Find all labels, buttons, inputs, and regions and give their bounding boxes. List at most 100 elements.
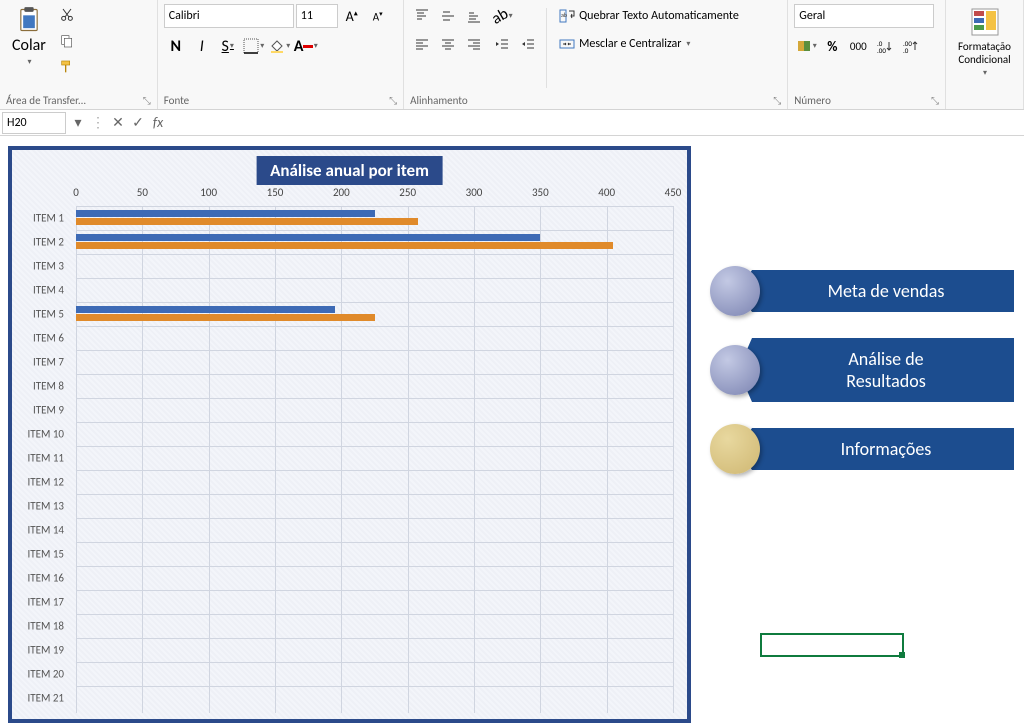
ribbon: Colar ▾ Área de Transfer... ⤡ A▴ A▾ xyxy=(0,0,1024,110)
decrease-decimal-button[interactable]: .00.0 xyxy=(898,34,922,58)
side-nav-button[interactable]: Análise de Resultados xyxy=(710,338,1014,402)
wrap-text-button[interactable]: ab Quebrar Texto Automaticamente xyxy=(553,4,745,28)
insert-function-button[interactable]: fx xyxy=(148,112,168,134)
y-label: ITEM 20 xyxy=(12,668,70,681)
x-tick: 450 xyxy=(665,186,682,199)
borders-button[interactable]: ▾ xyxy=(242,34,266,58)
y-label: ITEM 9 xyxy=(12,404,70,417)
side-nav-button[interactable]: Informações xyxy=(710,424,1014,474)
underline-button[interactable]: S▾ xyxy=(216,34,240,58)
format-painter-button[interactable] xyxy=(56,56,78,78)
italic-button[interactable]: I xyxy=(190,34,214,58)
align-right-button[interactable] xyxy=(462,32,486,56)
font-size-select[interactable] xyxy=(296,4,338,28)
side-nav-label: Análise de Resultados xyxy=(738,338,1014,402)
group-alignment: ab▾ ab Quebrar Texto Automaticamente Mes… xyxy=(404,0,788,109)
y-label: ITEM 1 xyxy=(12,212,70,225)
chevron-down-icon: ▾ xyxy=(27,57,31,67)
group-label: Área de Transfer... xyxy=(6,94,86,107)
bar xyxy=(76,242,613,249)
side-nav-label: Meta de vendas xyxy=(738,270,1014,312)
group-font: A▴ A▾ N I S▾ ▾ ▾ A▾ Fonte ⤡ xyxy=(158,0,404,109)
formula-bar: ▾ ⋮ ✕ ✓ fx xyxy=(0,110,1024,136)
svg-text:.00: .00 xyxy=(877,46,886,54)
namebox-dropdown[interactable]: ▾ xyxy=(68,112,88,134)
y-label: ITEM 10 xyxy=(12,428,70,441)
decrease-font-button[interactable]: A▾ xyxy=(366,4,390,28)
merge-center-button[interactable]: Mesclar e Centralizar ▾ xyxy=(553,32,745,56)
font-color-button[interactable]: A▾ xyxy=(294,34,318,58)
circle-icon xyxy=(710,424,760,474)
dialog-launcher-icon[interactable]: ⤡ xyxy=(389,94,397,107)
chart-title: Análise anual por item xyxy=(256,156,443,185)
wrap-text-label: Quebrar Texto Automaticamente xyxy=(579,9,739,23)
dialog-launcher-icon[interactable]: ⤡ xyxy=(773,94,781,107)
accounting-format-button[interactable]: ▾ xyxy=(794,34,818,58)
svg-text:ab: ab xyxy=(561,11,567,19)
y-label: ITEM 12 xyxy=(12,476,70,489)
y-label: ITEM 7 xyxy=(12,356,70,369)
group-number: ▾ % 000 .0.00 .00.0 Número⤡ xyxy=(788,0,946,109)
chevron-down-icon: ▾ xyxy=(983,68,987,78)
dialog-launcher-icon[interactable]: ⤡ xyxy=(143,94,151,107)
group-styles: Formatação Condicional ▾ xyxy=(946,0,1024,109)
fill-handle[interactable] xyxy=(899,652,905,658)
y-label: ITEM 11 xyxy=(12,452,70,465)
y-label: ITEM 14 xyxy=(12,524,70,537)
formula-input[interactable] xyxy=(168,112,1024,134)
conditional-formatting-button[interactable]: Formatação Condicional ▾ xyxy=(952,4,1017,105)
chart-panel: Análise anual por item 05010015020025030… xyxy=(0,136,700,723)
circle-icon xyxy=(710,266,760,316)
chart[interactable]: Análise anual por item 05010015020025030… xyxy=(8,146,691,723)
thousands-button[interactable]: 000 xyxy=(846,34,870,58)
svg-text:.0: .0 xyxy=(903,46,909,54)
x-axis: 050100150200250300350400450 xyxy=(76,186,673,204)
paste-label: Colar xyxy=(12,36,46,55)
align-center-button[interactable] xyxy=(436,32,460,56)
y-label: ITEM 13 xyxy=(12,500,70,513)
y-label: ITEM 17 xyxy=(12,596,70,609)
y-label: ITEM 6 xyxy=(12,332,70,345)
percent-button[interactable]: % xyxy=(820,34,844,58)
bar xyxy=(76,218,418,225)
align-middle-button[interactable] xyxy=(436,4,460,28)
chevron-down-icon: ▾ xyxy=(686,39,690,49)
dialog-launcher-icon[interactable]: ⤡ xyxy=(931,94,939,107)
increase-indent-button[interactable] xyxy=(516,32,540,56)
x-tick: 400 xyxy=(598,186,615,199)
cancel-formula-button[interactable]: ✕ xyxy=(108,112,128,134)
sheet-area: Análise anual por item 05010015020025030… xyxy=(0,136,1024,723)
font-name-select[interactable] xyxy=(164,4,294,28)
group-label: Fonte xyxy=(164,94,189,107)
y-axis-labels: ITEM 1ITEM 2ITEM 3ITEM 4ITEM 5ITEM 6ITEM… xyxy=(12,206,70,713)
x-tick: 100 xyxy=(200,186,217,199)
bar xyxy=(76,234,540,241)
fill-color-button[interactable]: ▾ xyxy=(268,34,292,58)
align-bottom-button[interactable] xyxy=(462,4,486,28)
circle-icon xyxy=(710,345,760,395)
merge-center-label: Mesclar e Centralizar xyxy=(579,37,681,51)
confirm-formula-button[interactable]: ✓ xyxy=(128,112,148,134)
y-label: ITEM 18 xyxy=(12,620,70,633)
side-nav-button[interactable]: Meta de vendas xyxy=(710,266,1014,316)
name-box[interactable] xyxy=(2,112,66,134)
increase-decimal-button[interactable]: .0.00 xyxy=(872,34,896,58)
copy-button[interactable] xyxy=(56,30,78,52)
bold-button[interactable]: N xyxy=(164,34,188,58)
increase-font-button[interactable]: A▴ xyxy=(340,4,364,28)
paste-button[interactable]: Colar ▾ xyxy=(6,4,52,92)
x-tick: 300 xyxy=(466,186,483,199)
x-tick: 350 xyxy=(532,186,549,199)
align-left-button[interactable] xyxy=(410,32,434,56)
bar xyxy=(76,306,335,313)
y-label: ITEM 2 xyxy=(12,236,70,249)
bar xyxy=(76,314,375,321)
align-top-button[interactable] xyxy=(410,4,434,28)
y-label: ITEM 15 xyxy=(12,548,70,561)
active-cell[interactable] xyxy=(760,633,904,657)
number-format-select[interactable] xyxy=(794,4,934,28)
x-tick: 250 xyxy=(399,186,416,199)
cut-button[interactable] xyxy=(56,4,78,26)
orientation-button[interactable]: ab▾ xyxy=(490,4,514,28)
decrease-indent-button[interactable] xyxy=(490,32,514,56)
